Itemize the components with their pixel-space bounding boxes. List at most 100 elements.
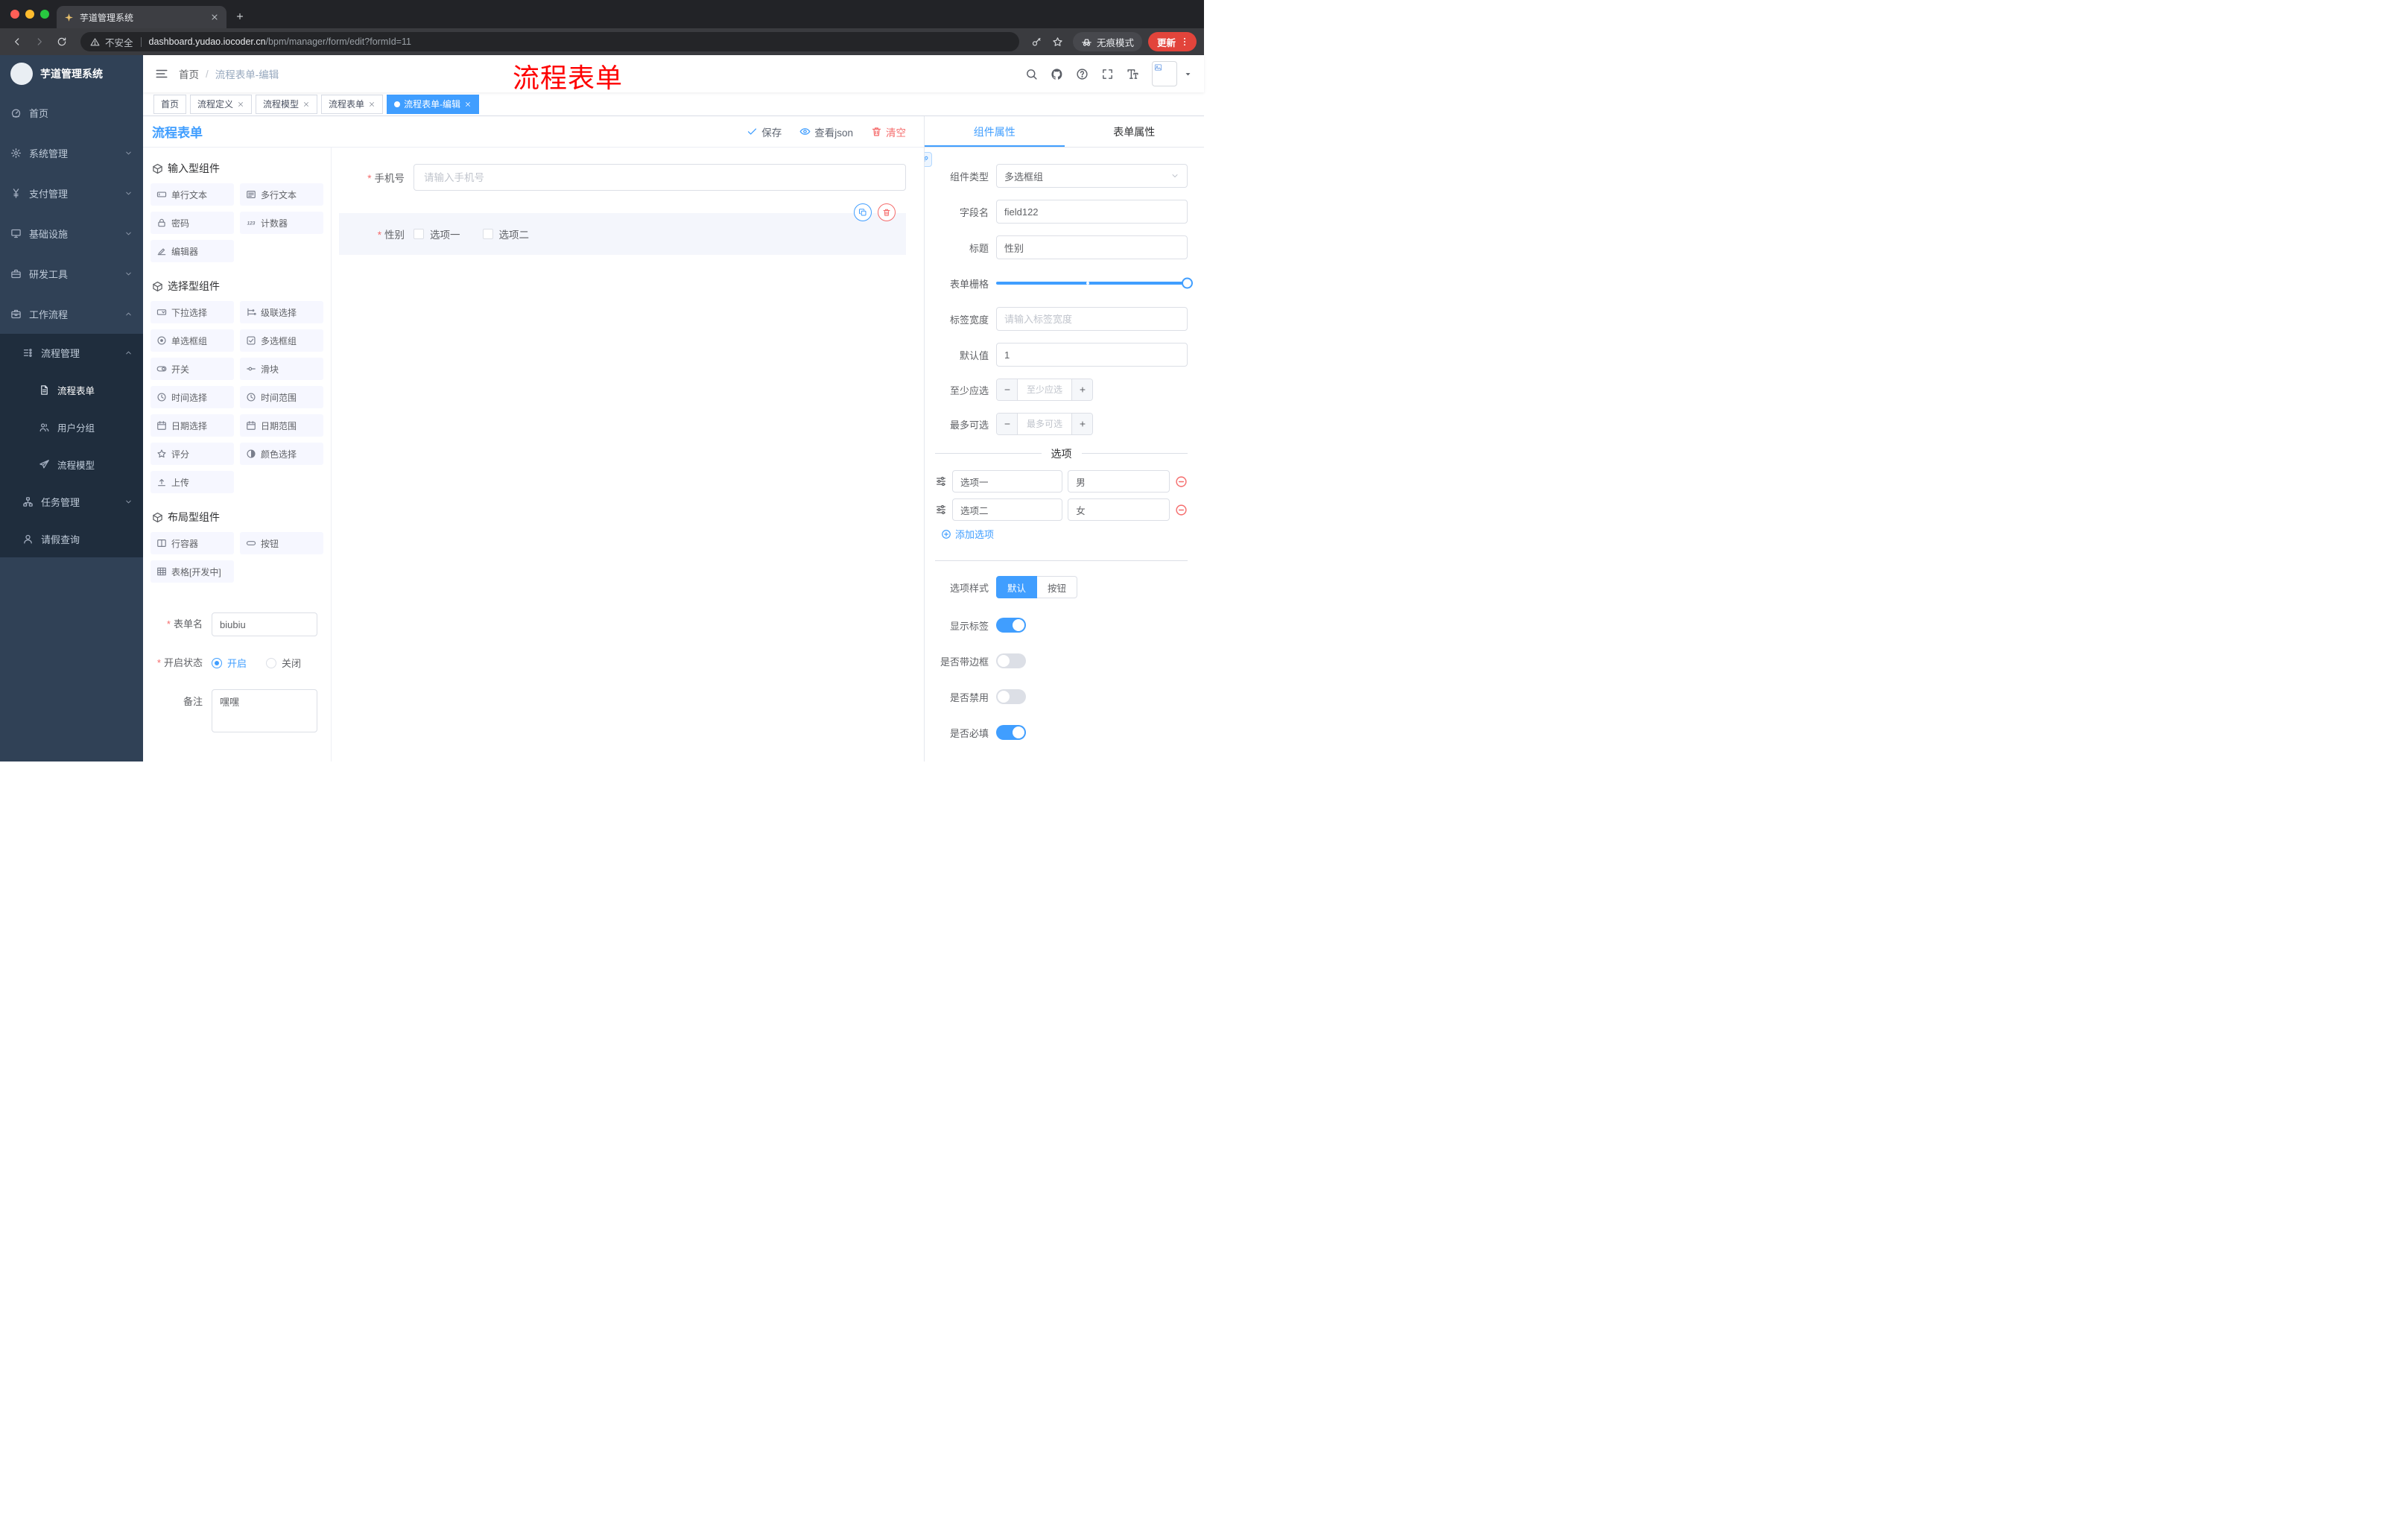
update-button[interactable]: 更新 (1147, 32, 1197, 51)
tab-form-props[interactable]: 表单属性 (1065, 116, 1205, 147)
tag-close-icon[interactable] (237, 101, 244, 108)
save-button[interactable]: 保存 (747, 124, 782, 139)
sidebar-item-process-management[interactable]: 流程管理 (0, 334, 143, 371)
palette-item-table[interactable]: 表格[开发中] (150, 560, 234, 583)
search-icon[interactable] (1025, 68, 1038, 80)
sidebar-item-home[interactable]: 首页 (0, 92, 143, 133)
required-switch[interactable] (996, 725, 1026, 740)
drawer-link-button[interactable] (925, 152, 932, 167)
palette-item-switch[interactable]: 开关 (150, 358, 234, 380)
breadcrumb-home[interactable]: 首页 (179, 66, 199, 81)
gender-checkbox-component[interactable]: 性别 选项一 选项二 (339, 203, 906, 255)
min-select-input[interactable] (1018, 379, 1071, 400)
disabled-switch[interactable] (996, 689, 1026, 704)
add-option-button[interactable]: 添加选项 (941, 527, 1188, 541)
browser-tab[interactable]: 芋道管理系统 (57, 6, 226, 28)
option-label-input[interactable] (952, 470, 1063, 493)
increase-button[interactable] (1071, 414, 1092, 434)
hamburger-button[interactable] (155, 67, 168, 80)
checkbox-box[interactable] (414, 229, 424, 239)
palette-item-rate[interactable]: 评分 (150, 443, 234, 465)
help-icon[interactable] (1076, 68, 1089, 80)
border-switch[interactable] (996, 653, 1026, 668)
palette-item-upload[interactable]: 上传 (150, 471, 234, 493)
form-grid-slider[interactable] (996, 271, 1193, 295)
sidebar-item-leave-query[interactable]: 请假查询 (0, 520, 143, 557)
palette-item-radio-group[interactable]: 单选框组 (150, 329, 234, 352)
slider-handle[interactable] (1182, 277, 1193, 289)
palette-item-slider[interactable]: 滑块 (240, 358, 323, 380)
decrease-button[interactable] (997, 379, 1018, 400)
github-icon[interactable] (1051, 68, 1063, 80)
sidebar-item-process-form[interactable]: 流程表单 (0, 371, 143, 408)
forward-button[interactable] (30, 32, 49, 51)
drag-handle-icon[interactable] (935, 504, 947, 516)
gender-option-1[interactable]: 选项一 (414, 227, 460, 241)
palette-item-time-range[interactable]: 时间范围 (240, 386, 323, 408)
fullscreen-icon[interactable] (1101, 68, 1114, 80)
minimize-window-button[interactable] (25, 10, 34, 19)
option-value-input[interactable] (1068, 470, 1170, 493)
remove-option-button[interactable] (1175, 475, 1188, 488)
form-name-input[interactable] (212, 612, 317, 636)
tag-process-definition[interactable]: 流程定义 (190, 94, 253, 114)
zoom-window-button[interactable] (40, 10, 49, 19)
sidebar-item-process-model[interactable]: 流程模型 (0, 446, 143, 483)
palette-item-button[interactable]: 按钮 (240, 532, 323, 554)
sidebar-item-payment[interactable]: 支付管理 (0, 173, 143, 213)
new-tab-button[interactable] (229, 6, 250, 27)
max-select-input[interactable] (1018, 414, 1071, 434)
sidebar-item-system[interactable]: 系统管理 (0, 133, 143, 173)
tag-process-model[interactable]: 流程模型 (256, 94, 318, 114)
status-radio-off[interactable]: 关闭 (266, 656, 301, 670)
tag-close-icon[interactable] (368, 101, 376, 108)
kebab-menu-icon[interactable] (1179, 37, 1190, 47)
tab-component-props[interactable]: 组件属性 (925, 116, 1065, 147)
show-label-switch[interactable] (996, 618, 1026, 633)
component-type-select[interactable]: 多选框组 (996, 164, 1188, 188)
palette-item-editor[interactable]: 编辑器 (150, 240, 234, 262)
palette-item-cascader[interactable]: 级联选择 (240, 301, 323, 323)
view-json-button[interactable]: 查看json (799, 124, 853, 139)
user-avatar[interactable] (1152, 61, 1177, 86)
tab-close-icon[interactable] (210, 13, 219, 22)
palette-item-color-picker[interactable]: 颜色选择 (240, 443, 323, 465)
tag-process-form-edit[interactable]: 流程表单-编辑 (387, 94, 480, 114)
remove-option-button[interactable] (1175, 504, 1188, 516)
delete-component-button[interactable] (878, 203, 896, 221)
font-size-icon[interactable] (1127, 68, 1139, 80)
phone-field-component[interactable]: 手机号 (339, 164, 906, 191)
default-value-input[interactable] (996, 343, 1188, 367)
palette-item-counter[interactable]: 123 计数器 (240, 212, 323, 234)
style-default-button[interactable]: 默认 (996, 576, 1038, 598)
label-width-input[interactable] (996, 307, 1188, 331)
palette-item-multi-line-text[interactable]: 多行文本 (240, 183, 323, 206)
palette-item-date-range[interactable]: 日期范围 (240, 414, 323, 437)
reload-button[interactable] (52, 32, 72, 51)
palette-item-password[interactable]: 密码 (150, 212, 234, 234)
drag-handle-icon[interactable] (935, 475, 947, 487)
form-remark-textarea[interactable]: 嘿嘿 (212, 689, 317, 732)
tag-home[interactable]: 首页 (153, 94, 187, 114)
option-label-input[interactable] (952, 498, 1063, 521)
back-button[interactable] (7, 32, 27, 51)
increase-button[interactable] (1071, 379, 1092, 400)
palette-item-single-line-text[interactable]: 单行文本 (150, 183, 234, 206)
option-value-input[interactable] (1068, 498, 1170, 521)
palette-item-row-container[interactable]: 行容器 (150, 532, 234, 554)
palette-item-time-picker[interactable]: 时间选择 (150, 386, 234, 408)
close-window-button[interactable] (10, 10, 19, 19)
bookmark-star-icon[interactable] (1049, 33, 1067, 51)
palette-item-date-picker[interactable]: 日期选择 (150, 414, 234, 437)
password-key-icon[interactable] (1028, 33, 1046, 51)
tag-process-form[interactable]: 流程表单 (321, 94, 384, 114)
checkbox-box[interactable] (482, 229, 493, 239)
copy-component-button[interactable] (854, 203, 872, 221)
palette-item-checkbox-group[interactable]: 多选框组 (240, 329, 323, 352)
address-bar[interactable]: 不安全 dashboard.yudao.iocoder.cn/bpm/manag… (80, 32, 1019, 51)
insecure-warning-icon[interactable] (90, 37, 100, 47)
palette-item-select[interactable]: 下拉选择 (150, 301, 234, 323)
clear-button[interactable]: 清空 (871, 124, 906, 139)
sidebar-item-user-group[interactable]: 用户分组 (0, 408, 143, 446)
style-button-button[interactable]: 按钮 (1037, 576, 1078, 598)
